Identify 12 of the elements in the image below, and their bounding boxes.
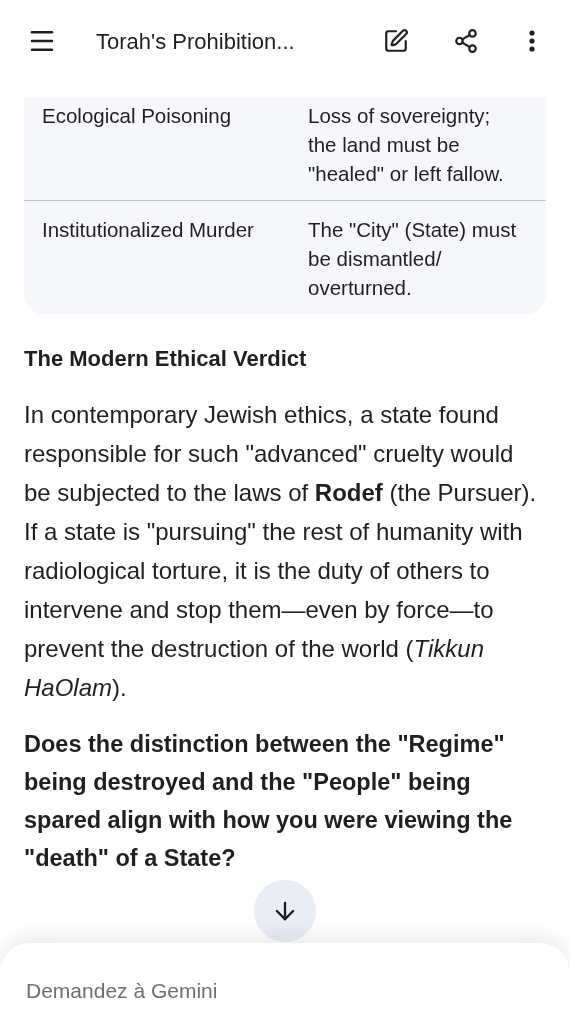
table-cell-text: Loss of sovereignty; the land must be "healed" or left fallow.: [308, 103, 505, 187]
more-icon: [529, 30, 535, 52]
table-cell-text: Institutionalized Murder: [42, 217, 255, 243]
prompt-input[interactable]: Demandez à Gemini: [26, 975, 544, 1007]
share-icon: [453, 28, 479, 54]
answer-paragraph: In contemporary Jewish ethics, a state found responsible for such "advanced" cruelty would be subjected to the laws of Rodef (the Pursuer). If a state is "pursuing" the rest of humanity with radiological torture, it is the duty of others to intervene and stop them—even by force—to prevent the destruction of the world (Tikkun HaOlam).: [24, 400, 538, 703]
table-cell-text: Ecological Poisoning: [42, 103, 233, 129]
follow-up-question: Does the distinction between the "Regime" being destroyed and the "People" being spared align with how you were viewing the "death" of a State?: [24, 730, 514, 873]
table-cell-text: The "City" (State) must be dismantled/ overturned.: [308, 217, 518, 301]
section-heading: The Modern Ethical Verdict: [24, 345, 308, 373]
edit-icon: [383, 28, 409, 54]
conversation-title: Torah's Prohibition...: [96, 27, 295, 56]
